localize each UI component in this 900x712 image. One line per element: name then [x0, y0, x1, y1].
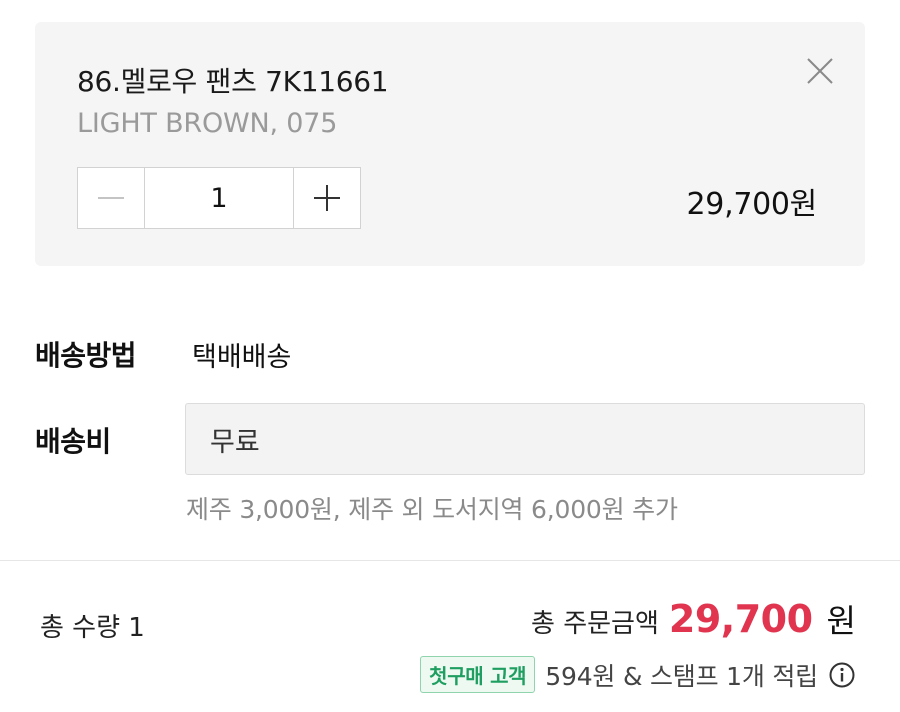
product-option: LIGHT BROWN, 075: [77, 108, 338, 139]
close-icon: [807, 58, 833, 84]
total-quantity: 총 수량 1: [40, 613, 145, 643]
remove-option-button[interactable]: [803, 54, 837, 88]
reward-text: 594원 & 스탬프 1개 적립: [545, 661, 818, 691]
increase-quantity-button[interactable]: [293, 168, 360, 228]
quantity-stepper: 1: [77, 167, 361, 229]
reward-row: 첫구매 고객 594원 & 스탬프 1개 적립: [420, 656, 856, 693]
total-amount-unit: 원: [826, 602, 856, 640]
delivery-method-value: 택배배송: [192, 342, 292, 373]
plus-icon: [314, 185, 340, 211]
option-price: 29,700원: [686, 187, 818, 222]
delivery-method-label: 배송방법: [35, 339, 137, 372]
quantity-value[interactable]: 1: [145, 168, 293, 228]
product-name: 86.멜로우 팬츠 7K11661: [77, 65, 389, 98]
first-buyer-badge: 첫구매 고객: [420, 656, 536, 693]
divider: [0, 560, 900, 561]
delivery-fee-label: 배송비: [35, 425, 111, 458]
delivery-fee-note: 제주 3,000원, 제주 외 도서지역 6,000원 추가: [186, 495, 678, 524]
info-icon[interactable]: [828, 661, 856, 689]
decrease-quantity-button[interactable]: [78, 168, 145, 228]
total-amount-value: 29,700: [668, 597, 813, 641]
total-amount-label: 총 주문금액: [531, 609, 659, 639]
delivery-fee-field: 무료: [185, 403, 865, 475]
total-amount-row: 총 주문금액 29,700 원: [531, 596, 856, 642]
selected-option-card: 86.멜로우 팬츠 7K11661 LIGHT BROWN, 075 1 29,…: [35, 22, 865, 266]
delivery-fee-value: 무료: [210, 426, 260, 458]
minus-icon: [98, 197, 124, 199]
